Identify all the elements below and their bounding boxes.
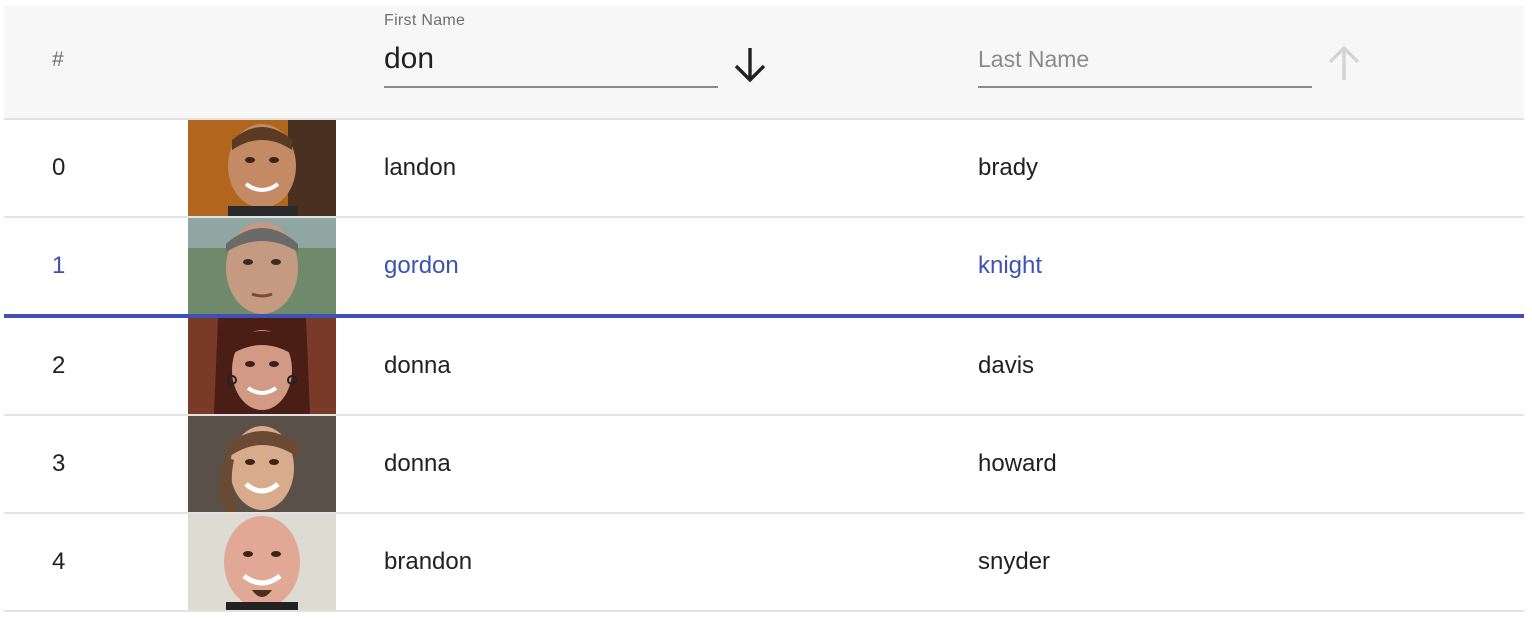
table-row[interactable]: 2 donna davis [4, 318, 1524, 416]
first-name-cell: donna [384, 352, 451, 379]
last-name-cell: knight [978, 252, 1043, 279]
first-name-cell: gordon [384, 252, 459, 279]
last-name-filter [978, 6, 1312, 88]
first-name-filter-input[interactable] [384, 40, 718, 88]
row-index: 4 [52, 548, 66, 575]
data-grid: # First Name 0 [4, 6, 1524, 612]
index-column-header: # [52, 48, 64, 71]
avatar [188, 120, 336, 216]
avatar [188, 218, 336, 314]
avatar-photo [188, 318, 336, 414]
last-name-cell: snyder [978, 548, 1051, 575]
last-name-filter-input[interactable] [978, 40, 1312, 88]
avatar-photo [188, 416, 336, 512]
first-name-sort-button[interactable] [730, 42, 770, 86]
grid-header: # First Name [4, 6, 1524, 120]
table-row[interactable]: 4 brandon snyder [4, 514, 1524, 612]
row-index: 2 [52, 352, 66, 379]
avatar-photo [188, 514, 336, 610]
avatar [188, 514, 336, 610]
avatar [188, 416, 336, 512]
first-name-filter-label: First Name [384, 12, 466, 29]
first-name-cell: brandon [384, 548, 473, 575]
arrow-down-icon [734, 48, 766, 83]
arrow-up-icon [1328, 45, 1360, 80]
avatar-photo [188, 218, 336, 314]
row-index: 1 [52, 252, 66, 279]
first-name-cell: donna [384, 450, 451, 477]
first-name-cell: landon [384, 154, 457, 181]
last-name-sort-button[interactable] [1324, 42, 1364, 86]
table-row[interactable]: 0 landon brady [4, 120, 1524, 218]
table-row[interactable]: 3 donna howard [4, 416, 1524, 514]
row-index: 3 [52, 450, 66, 477]
table-row-selected[interactable]: 1 gordon knight [4, 218, 1524, 318]
avatar-photo [188, 120, 336, 216]
row-index: 0 [52, 154, 66, 181]
avatar [188, 318, 336, 414]
last-name-cell: brady [978, 154, 1039, 181]
last-name-cell: davis [978, 352, 1035, 379]
first-name-filter: First Name [384, 6, 718, 88]
last-name-cell: howard [978, 450, 1057, 477]
